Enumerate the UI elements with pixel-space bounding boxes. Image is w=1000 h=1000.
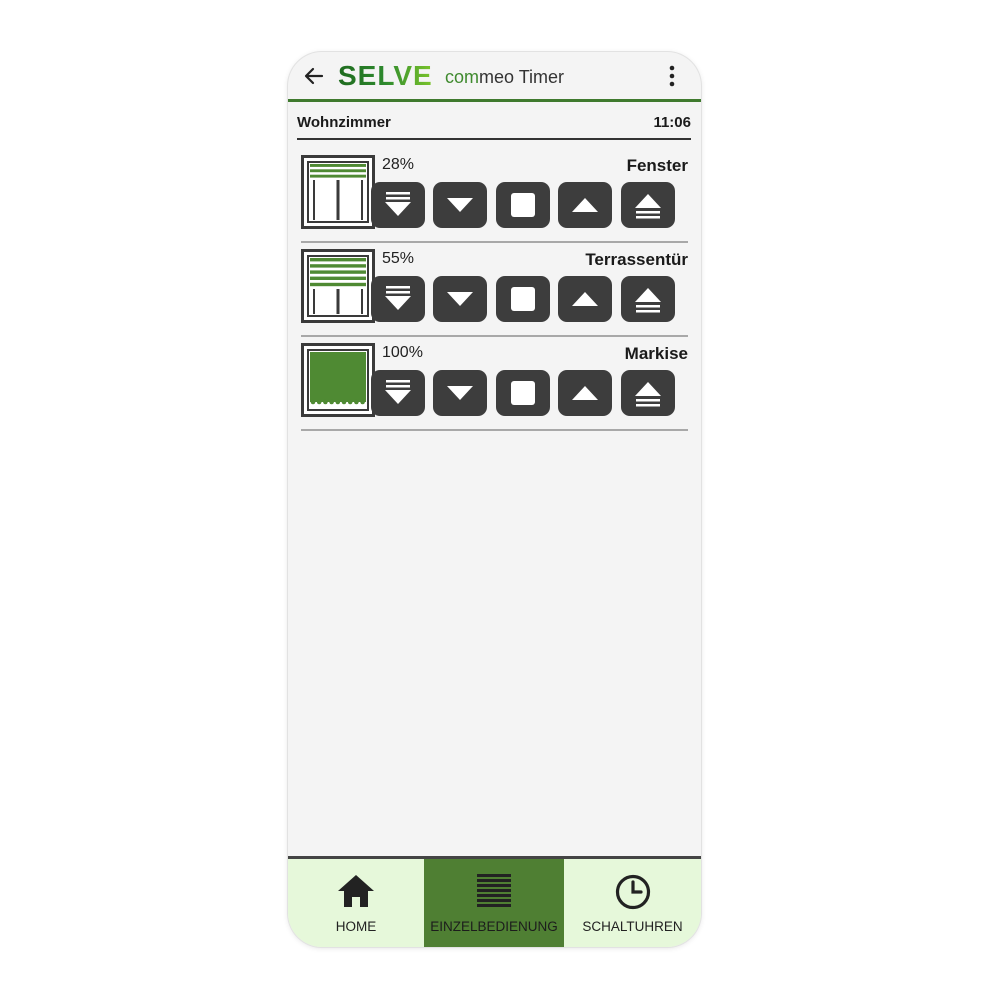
bottom-navigation: HOME EINZELBEDIENUNG SCHALTUHREN [288,856,701,947]
app-header: SELVE commeo Timer [288,52,701,102]
down-button[interactable] [433,276,487,322]
stop-button[interactable] [496,276,550,322]
brand-logo: SELVE [338,60,433,91]
shutter-icon [477,874,511,907]
device-position: 28% [382,156,415,173]
home-icon [338,875,374,907]
intermediate-down-button[interactable] [371,276,425,322]
clock-icon [615,874,650,910]
intermediate-up-button[interactable] [621,370,675,416]
up-button[interactable] [558,182,612,228]
more-vertical-icon[interactable] [666,65,678,87]
intermediate-down-button[interactable] [371,182,425,228]
intermediate-down-button[interactable] [371,370,425,416]
nav-einzelbedienung-label: EINZELBEDIENUNG [430,919,558,934]
nav-schaltuhren-label: SCHALTUHREN [582,919,683,934]
room-time: 11:06 [653,114,691,131]
window-shutter-icon [301,155,375,229]
device-position: 100% [382,344,423,361]
app-name: commeo Timer [445,67,564,88]
stop-button[interactable] [496,370,550,416]
up-button[interactable] [558,276,612,322]
app-name-rest: meo Timer [479,67,565,87]
nav-home[interactable]: HOME [288,859,424,947]
down-button[interactable] [433,370,487,416]
device-name: Fenster [626,156,688,175]
stop-button[interactable] [496,182,550,228]
device-position: 55% [382,250,415,267]
device-row: 100% Markise [301,337,688,431]
room-name: Wohnzimmer [297,114,391,131]
door-shutter-icon [301,249,375,323]
app-name-accent: com [445,67,480,87]
nav-schaltuhren[interactable]: SCHALTUHREN [564,859,701,947]
device-name: Markise [624,344,688,363]
up-button[interactable] [558,370,612,416]
phone-screen: SELVE commeo Timer Wohnzimmer 11:06 28% F… [288,52,701,947]
down-button[interactable] [433,182,487,228]
nav-einzelbedienung[interactable]: EINZELBEDIENUNG [424,859,564,947]
device-name: Terrassentür [585,250,688,269]
room-header: Wohnzimmer 11:06 [297,112,691,140]
device-row: 55% Terrassentür [301,243,688,337]
awning-icon [301,343,375,417]
intermediate-up-button[interactable] [621,276,675,322]
device-row: 28% Fenster [301,149,688,243]
intermediate-up-button[interactable] [621,182,675,228]
back-arrow-icon[interactable] [302,64,326,88]
nav-home-label: HOME [335,919,377,934]
